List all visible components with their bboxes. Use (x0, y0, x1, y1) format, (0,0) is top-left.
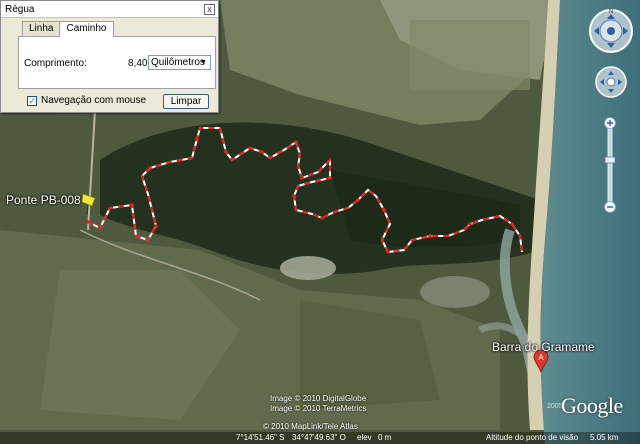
zoom-out-icon[interactable] (604, 201, 616, 213)
credit-line-2: Image © 2010 TerraMetrics (270, 404, 367, 413)
place-label-beach: Barra do Gramame (492, 340, 595, 354)
mouse-nav-label: Navegação com mouse (41, 95, 147, 106)
tab-caminho[interactable]: Caminho (59, 21, 114, 37)
eye-altitude-value: 5.05 km (590, 433, 619, 442)
yellow-pushpin-icon[interactable] (78, 193, 98, 219)
unit-select-value: Quilômetros (151, 57, 205, 68)
dialog-title: Régua (5, 3, 35, 15)
eye-altitude-label: Altitude do ponto de visão (486, 433, 579, 442)
path-vertex[interactable] (195, 137, 199, 141)
path-vertex[interactable] (294, 140, 298, 144)
close-button[interactable]: x (204, 4, 215, 15)
path-vertex[interactable] (320, 216, 324, 220)
length-label: Comprimento: (24, 58, 87, 69)
ruler-dialog: Régua x Linha Caminho Comprimento: 8,40 … (0, 0, 219, 113)
longitude-readout: 34°47'49.63" O (292, 433, 346, 442)
latitude-readout: 7°14'51.46" S (236, 433, 285, 442)
look-joystick-icon[interactable]: N (588, 8, 634, 54)
tab-linha[interactable]: Linha (22, 21, 61, 36)
elevation-label: elev (357, 433, 372, 442)
path-vertex[interactable] (386, 250, 390, 254)
credit-line-1: Image © 2010 DigitalGlobe (270, 394, 367, 403)
clear-button[interactable]: Limpar (163, 94, 209, 109)
place-label-bridge: Ponte PB-008 (6, 193, 81, 207)
svg-text:A: A (538, 353, 544, 362)
dialog-tabs: Linha Caminho (22, 21, 114, 37)
path-vertex[interactable] (130, 203, 134, 207)
chevron-down-icon: ▼ (200, 59, 207, 66)
path-vertex[interactable] (260, 150, 264, 154)
unit-select[interactable]: Quilômetros ▼ (148, 55, 211, 70)
mouse-nav-checkbox[interactable]: ✓ (27, 95, 37, 106)
svg-text:N: N (609, 9, 613, 15)
mouse-nav-option: ✓ Navegação com mouse (27, 95, 146, 106)
path-vertex[interactable] (328, 176, 332, 180)
path-vertex[interactable] (382, 208, 386, 212)
path-vertex[interactable] (154, 224, 158, 228)
path-vertex[interactable] (300, 176, 304, 180)
path-vertex[interactable] (224, 150, 228, 154)
status-bar: 7°14'51.46" S 34°47'49.63" O elev 0 m Al… (0, 432, 640, 444)
tab-panel-caminho: Comprimento: 8,40 Quilômetros ▼ (18, 36, 216, 89)
path-vertex[interactable] (86, 220, 90, 224)
path-vertex[interactable] (356, 198, 360, 202)
path-vertex[interactable] (292, 194, 296, 198)
zoom-slider[interactable] (604, 117, 616, 213)
path-vertex[interactable] (428, 234, 432, 238)
path-vertex[interactable] (468, 222, 472, 226)
google-logo: Google (561, 393, 623, 418)
move-joystick-icon[interactable] (595, 66, 627, 98)
zoom-in-icon[interactable] (604, 117, 616, 129)
measure-path-dashes (87, 127, 523, 254)
path-vertex[interactable] (510, 222, 514, 226)
credit-line-3: © 2010 MapLink/Tele Atlas (263, 422, 358, 431)
path-vertex[interactable] (148, 166, 152, 170)
length-value: 8,40 (128, 58, 148, 69)
elevation-value: 0 m (378, 433, 392, 442)
dialog-titlebar[interactable]: Régua (1, 1, 218, 18)
